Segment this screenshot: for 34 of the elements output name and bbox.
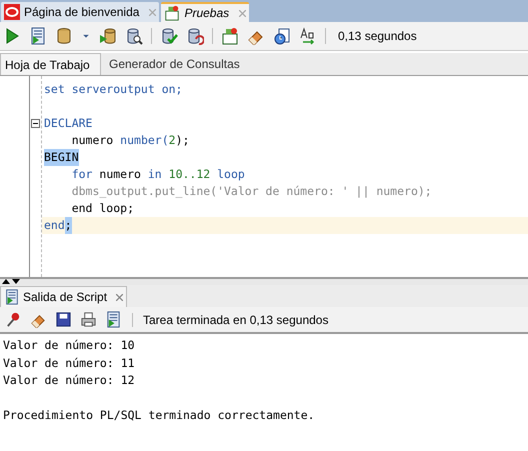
editor-tab[interactable]: Generador de Consultas <box>105 53 244 75</box>
code-line: for numero in 10..12 loop <box>70 166 246 183</box>
output-tab[interactable]: Salida de Script <box>0 286 128 307</box>
code-line: end loop; <box>70 200 136 217</box>
printer-icon[interactable] <box>80 311 97 328</box>
close-icon[interactable] <box>116 294 124 300</box>
database-icon[interactable] <box>55 27 73 45</box>
pushpin-icon[interactable] <box>5 311 22 328</box>
document-tab[interactable]: Pruebas <box>161 2 250 22</box>
code-line: dbms_output.put_line('Valor de número: ' || numero); <box>70 183 433 200</box>
database-arrow-icon[interactable] <box>99 27 117 45</box>
script-run-icon[interactable] <box>105 311 122 328</box>
collapse-icon[interactable] <box>31 119 40 128</box>
script-run-icon <box>4 289 20 305</box>
oracle-logo-icon <box>4 4 20 20</box>
code-line: set serveroutput on; <box>43 81 184 98</box>
elapsed-time-label: 0,13 segundos <box>338 28 417 45</box>
clock-sheet-icon[interactable] <box>273 27 291 45</box>
output-line: Valor de número: 10 <box>3 337 136 354</box>
splitter-arrows-icon[interactable] <box>1 279 21 284</box>
code-line: DECLARE <box>43 115 94 132</box>
database-check-icon[interactable] <box>160 27 178 45</box>
code-line: numero number(2); <box>70 132 190 149</box>
database-search-icon[interactable] <box>125 27 143 45</box>
database-undo-icon[interactable] <box>186 27 204 45</box>
output-line: Valor de número: 11 <box>3 354 136 372</box>
editor-tab[interactable]: Hoja de Trabajo <box>0 53 101 75</box>
script-run-icon[interactable] <box>29 27 47 45</box>
text-case-icon[interactable] <box>299 27 317 45</box>
output-line: Valor de número: 12 <box>3 372 136 389</box>
status-message: Tarea terminada en 0,13 segundos <box>143 312 328 328</box>
code-line: BEGIN <box>42 149 528 166</box>
output-line: Procedimiento PL/SQL terminado correctamente. <box>3 407 316 424</box>
document-tab[interactable]: Página de bienvenida <box>1 2 160 22</box>
